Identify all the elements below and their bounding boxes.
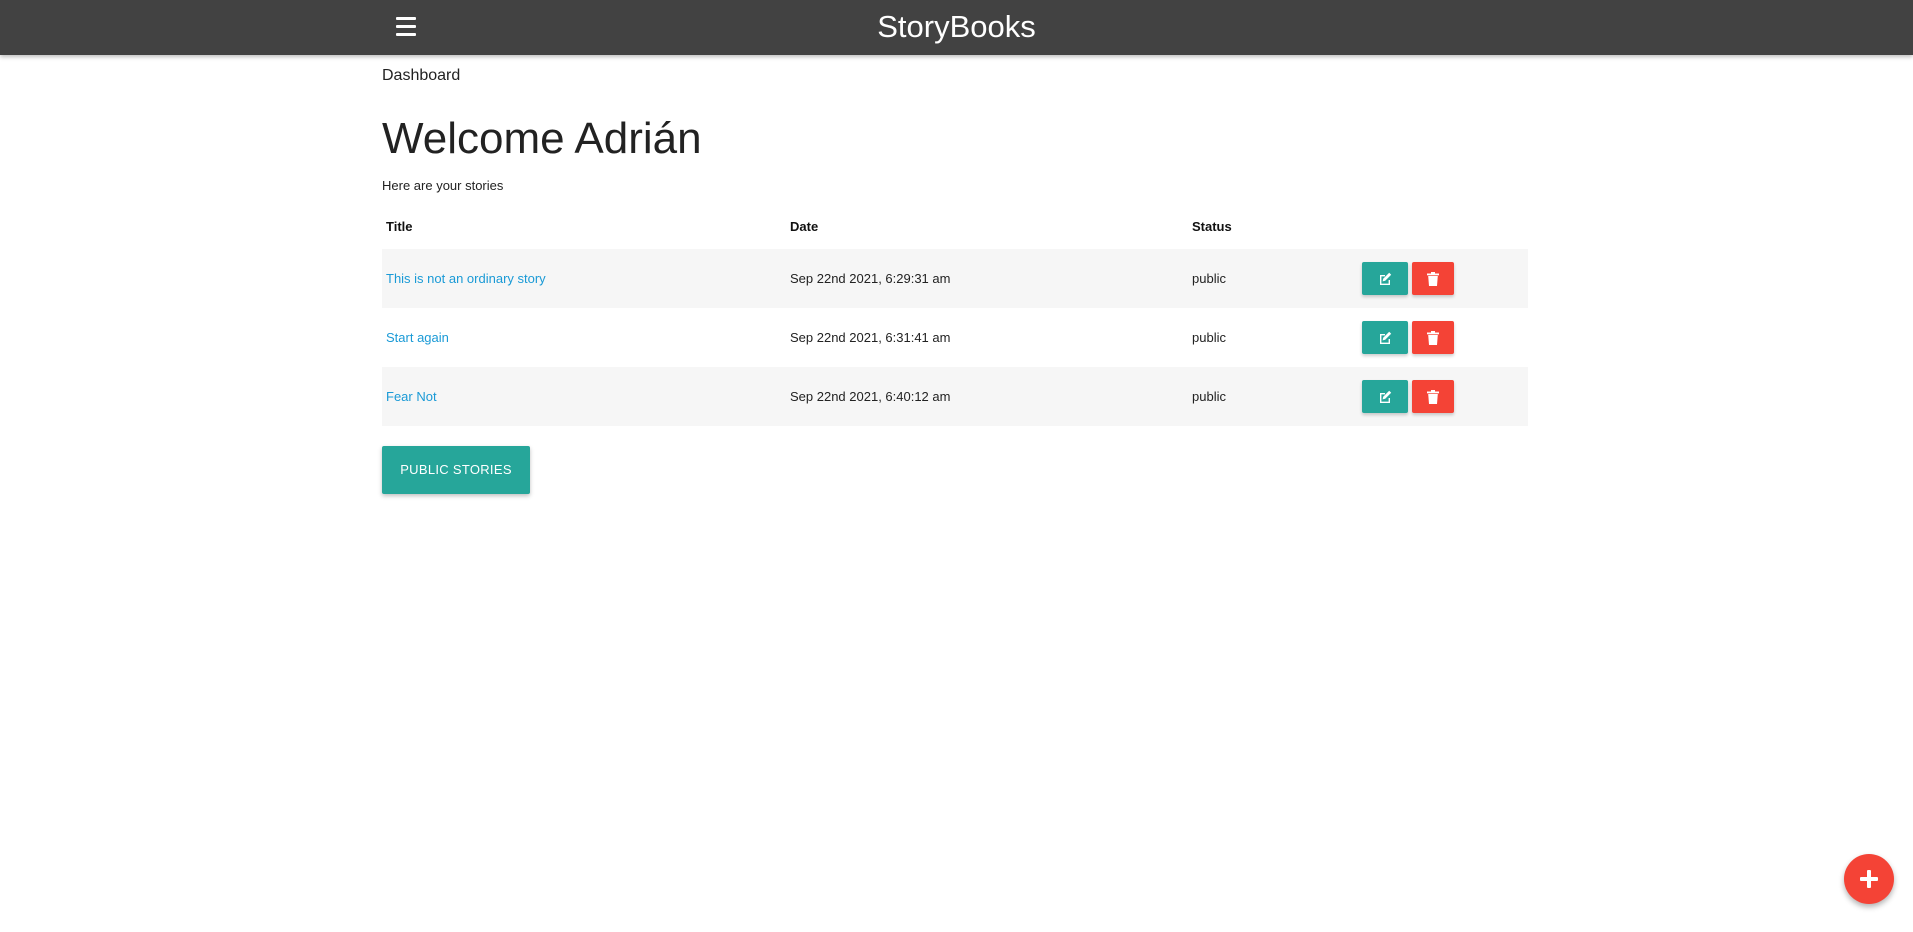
stories-table: Title Date Status This is not an ordinar… <box>382 204 1528 426</box>
trash-icon <box>1427 271 1439 286</box>
story-date: Sep 22nd 2021, 6:31:41 am <box>790 330 951 345</box>
edit-icon <box>1380 390 1392 403</box>
trash-icon <box>1427 389 1439 404</box>
brand-link[interactable]: StoryBooks <box>877 9 1036 44</box>
story-date: Sep 22nd 2021, 6:29:31 am <box>790 271 951 286</box>
stories-subtitle: Here are your stories <box>382 178 504 193</box>
edit-story-button[interactable] <box>1362 262 1408 295</box>
edit-icon <box>1380 272 1392 285</box>
trash-icon <box>1427 330 1439 345</box>
page-label: Dashboard <box>382 67 461 84</box>
row-actions <box>1362 249 1528 308</box>
table-row: Fear Not Sep 22nd 2021, 6:40:12 am publi… <box>382 367 1528 426</box>
story-title-link[interactable]: This is not an ordinary story <box>386 271 546 286</box>
hamburger-menu-icon[interactable] <box>396 17 418 37</box>
delete-story-button[interactable] <box>1412 262 1454 295</box>
delete-story-button[interactable] <box>1412 321 1454 354</box>
row-actions <box>1362 308 1528 367</box>
public-stories-button[interactable]: PUBLIC STORIES <box>382 446 530 494</box>
story-date: Sep 22nd 2021, 6:40:12 am <box>790 389 951 404</box>
row-actions <box>1362 367 1528 426</box>
add-story-fab[interactable] <box>1844 854 1894 904</box>
delete-story-button[interactable] <box>1412 380 1454 413</box>
header-actions <box>1362 204 1528 249</box>
top-navbar: StoryBooks <box>0 0 1913 55</box>
edit-story-button[interactable] <box>1362 380 1408 413</box>
story-title-link[interactable]: Start again <box>386 330 449 345</box>
table-header-row: Title Date Status <box>382 204 1528 249</box>
table-row: This is not an ordinary story Sep 22nd 2… <box>382 249 1528 308</box>
brand-title: StoryBooks <box>0 9 1913 45</box>
plus-icon <box>1860 870 1878 888</box>
story-status: public <box>1192 330 1226 345</box>
table-row: Start again Sep 22nd 2021, 6:31:41 am pu… <box>382 308 1528 367</box>
story-status: public <box>1192 271 1226 286</box>
welcome-heading: Welcome Adrián <box>382 114 702 163</box>
story-status: public <box>1192 389 1226 404</box>
story-title-link[interactable]: Fear Not <box>386 389 437 404</box>
edit-icon <box>1380 331 1392 344</box>
edit-story-button[interactable] <box>1362 321 1408 354</box>
header-status: Status <box>1192 219 1232 234</box>
header-title: Title <box>386 219 413 234</box>
header-date: Date <box>790 219 819 234</box>
